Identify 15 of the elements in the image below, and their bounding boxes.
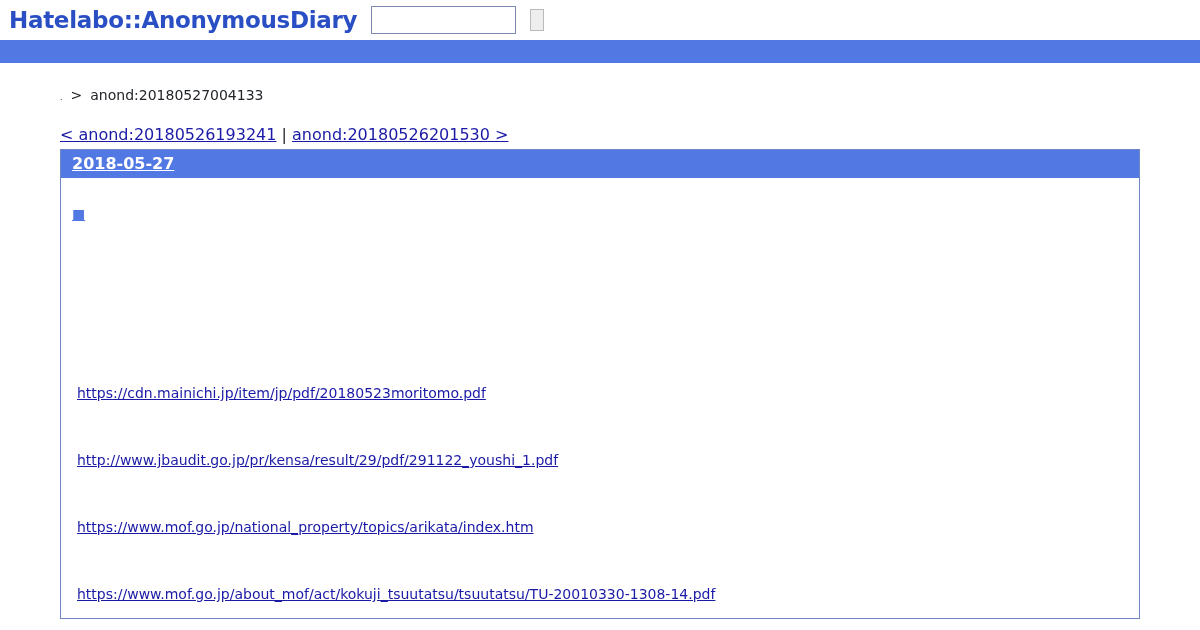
breadcrumb-current: anond:20180527004133 bbox=[90, 86, 264, 105]
next-entry-link[interactable]: anond:20180526201530 > bbox=[292, 125, 509, 144]
previous-entry-link[interactable]: < anond:20180526193241 bbox=[60, 125, 277, 144]
pager-divider: | bbox=[281, 125, 287, 144]
search-field[interactable] bbox=[371, 6, 517, 34]
reference-link[interactable]: https://www.mof.go.jp/about_mof/act/kokuji_tsuutatsu/tsuutatsu/TU-20010330-1308-14.pdf bbox=[77, 584, 1139, 605]
entry-permalink[interactable]: ■ bbox=[72, 204, 86, 225]
home-link[interactable]: . bbox=[60, 92, 63, 104]
reference-link[interactable]: https://cdn.mainichi.jp/item/jp/pdf/20180523moritomo.pdf bbox=[77, 383, 1139, 404]
search-button[interactable] bbox=[530, 9, 545, 31]
breadcrumb-separator: > bbox=[70, 86, 83, 105]
site-logo[interactable]: Hatelabo::AnonymousDiary bbox=[9, 2, 358, 38]
reference-link[interactable]: https://www.mof.go.jp/national_property/topics/arikata/index.htm bbox=[77, 517, 1139, 538]
date-link[interactable]: 2018-05-27 bbox=[72, 154, 175, 173]
reference-link[interactable]: http://www.jbaudit.go.jp/pr/kensa/result/29/pdf/291122_youshi_1.pdf bbox=[77, 450, 1139, 471]
